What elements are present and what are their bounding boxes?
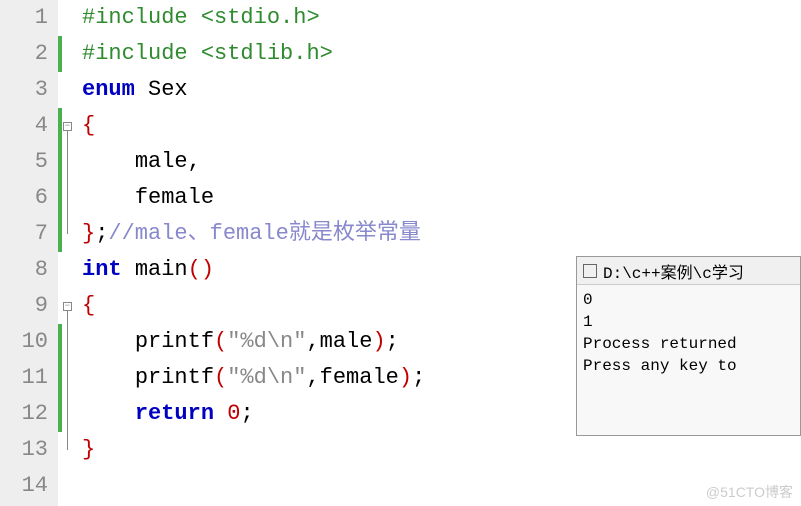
window-icon bbox=[583, 264, 597, 278]
line-number: 9 bbox=[0, 288, 48, 324]
console-line: Press any key to bbox=[583, 355, 794, 377]
line-number: 8 bbox=[0, 252, 48, 288]
code-line bbox=[82, 468, 801, 504]
line-number: 14 bbox=[0, 468, 48, 504]
code-line: #include <stdlib.h> bbox=[82, 36, 801, 72]
line-number: 2 bbox=[0, 36, 48, 72]
console-title-text: D:\c++案例\c学习 bbox=[603, 259, 744, 283]
line-number: 11 bbox=[0, 360, 48, 396]
console-line: 1 bbox=[583, 311, 794, 333]
line-number: 13 bbox=[0, 432, 48, 468]
console-line: 0 bbox=[583, 289, 794, 311]
watermark-text: @51CTO博客 bbox=[706, 482, 793, 502]
code-line: };//male、female就是枚举常量 bbox=[82, 216, 801, 252]
code-line: #include <stdio.h> bbox=[82, 0, 801, 36]
code-line: male, bbox=[82, 144, 801, 180]
line-number: 7 bbox=[0, 216, 48, 252]
console-output-window: D:\c++案例\c学习 01Process returnedPress any… bbox=[576, 256, 801, 436]
line-number: 12 bbox=[0, 396, 48, 432]
fold-column: − − bbox=[62, 0, 78, 506]
line-number: 4 bbox=[0, 108, 48, 144]
code-line: female bbox=[82, 180, 801, 216]
fold-toggle-icon[interactable]: − bbox=[63, 122, 72, 131]
fold-toggle-icon[interactable]: − bbox=[63, 302, 72, 311]
line-number: 5 bbox=[0, 144, 48, 180]
line-number: 3 bbox=[0, 72, 48, 108]
line-number: 1 bbox=[0, 0, 48, 36]
console-body: 01Process returnedPress any key to bbox=[577, 285, 800, 435]
code-line: } bbox=[82, 432, 801, 468]
line-number-gutter: 1 2 3 4 5 6 7 8 9 10 11 12 13 14 bbox=[0, 0, 58, 506]
code-line: { bbox=[82, 108, 801, 144]
line-number: 6 bbox=[0, 180, 48, 216]
console-titlebar[interactable]: D:\c++案例\c学习 bbox=[577, 257, 800, 285]
console-line: Process returned bbox=[583, 333, 794, 355]
line-number: 10 bbox=[0, 324, 48, 360]
code-line: enum Sex bbox=[82, 72, 801, 108]
